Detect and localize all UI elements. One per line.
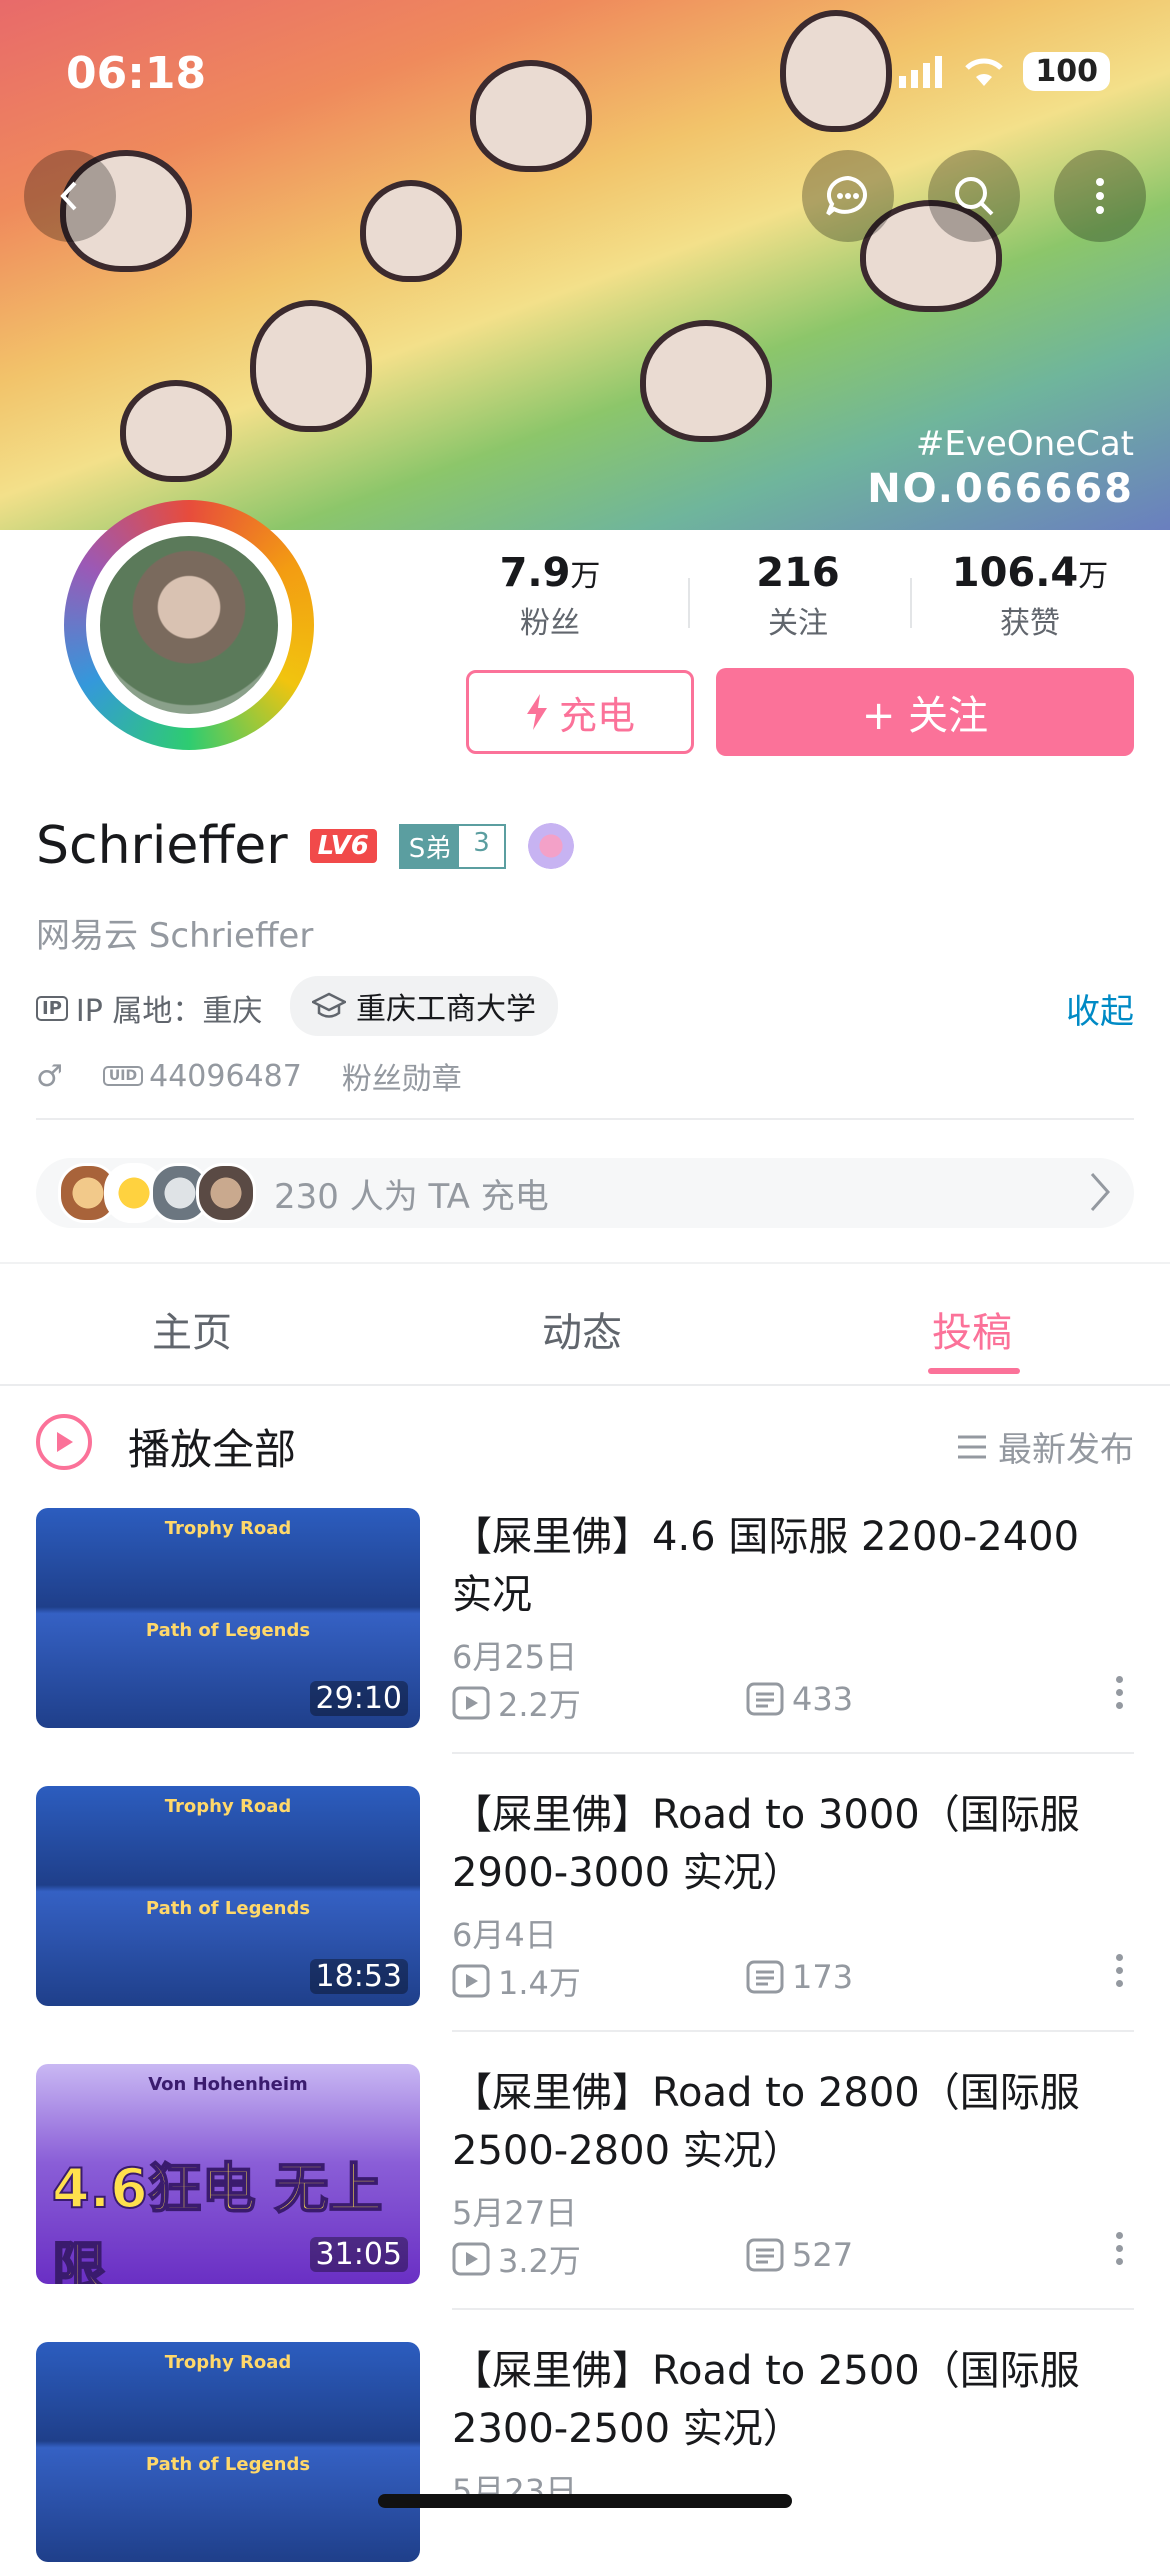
video-duration: 31:05 xyxy=(309,2237,408,2272)
profile-tabs: 主页 动态 投稿 xyxy=(0,1264,1170,1386)
video-item[interactable]: Trophy Road Path of Legends 18:53 【屎里佛】R… xyxy=(36,1786,1134,2006)
banner-number: NO.066668 xyxy=(867,466,1134,512)
video-thumbnail[interactable]: Trophy Road Path of Legends 18:53 xyxy=(36,1786,420,2006)
gender-icon: ♂ xyxy=(36,1058,63,1094)
follow-button[interactable]: + 关注 xyxy=(716,668,1134,756)
avatar-photo xyxy=(100,536,278,714)
video-comments: 173 xyxy=(746,1958,853,1996)
status-bar: 06:18 100 xyxy=(0,0,1170,140)
play-count-icon xyxy=(452,1964,490,1998)
school-tag[interactable]: 重庆工商大学 xyxy=(290,976,558,1036)
pendant-icon[interactable] xyxy=(527,823,574,869)
play-all-icon[interactable] xyxy=(36,1414,92,1470)
sub-name: 网易云 Schrieffer xyxy=(36,916,314,956)
video-title: 【屎里佛】4.6 国际服 2200-2400 实况 xyxy=(452,1514,1080,1618)
cat-doodle xyxy=(360,180,462,282)
video-date: 6月4日 xyxy=(452,1916,557,1954)
ip-icon: IP xyxy=(36,995,68,1021)
video-duration: 29:10 xyxy=(309,1681,408,1716)
video-more-icon[interactable] xyxy=(1116,1676,1124,1709)
cat-doodle xyxy=(120,380,232,482)
fan-medal-link[interactable]: 粉丝勋章 xyxy=(342,1054,462,1098)
level-badge: LV6 xyxy=(309,829,377,863)
battery-indicator: 100 xyxy=(1023,52,1110,91)
video-views: 2.2万 xyxy=(452,1680,581,1726)
cat-doodle xyxy=(640,320,772,442)
stat-likes[interactable]: 106.4万 获赞 xyxy=(920,550,1140,642)
ip-location: IP IP 属地：重庆 xyxy=(36,986,262,1030)
video-thumbnail[interactable]: Trophy Road Path of Legends 29:10 xyxy=(36,1508,420,1728)
more-vertical-icon xyxy=(1096,178,1104,214)
chevron-right-icon xyxy=(1090,1173,1111,1211)
chevron-left-icon xyxy=(60,181,77,211)
tab-uploads[interactable]: 投稿 xyxy=(932,1300,1012,1358)
video-item[interactable]: Von Hohenheim 4.6狂电 无上限 31:05 【屎里佛】Road … xyxy=(36,2064,1134,2284)
stat-following[interactable]: 216 关注 xyxy=(688,550,908,642)
danmaku-icon xyxy=(746,2238,784,2272)
stat-fans[interactable]: 7.9万 粉丝 xyxy=(440,550,660,642)
status-time: 06:18 xyxy=(66,48,207,99)
profile-stats: 7.9万 粉丝 216 关注 106.4万 获赞 xyxy=(440,550,1140,650)
lightning-icon xyxy=(526,694,547,730)
danmaku-icon xyxy=(746,1682,784,1716)
video-thumbnail[interactable]: Trophy Road Path of Legends xyxy=(36,2342,420,2562)
charger-avatar xyxy=(196,1163,256,1223)
chat-bubble-icon xyxy=(826,175,868,216)
tab-dynamics[interactable]: 动态 xyxy=(542,1300,622,1358)
video-item[interactable]: Trophy Road Path of Legends 【屎里佛】Road to… xyxy=(36,2342,1134,2562)
uid[interactable]: UID 44096487 xyxy=(102,1059,302,1094)
cat-doodle xyxy=(250,300,372,432)
video-views: 1.4万 xyxy=(452,1958,581,2004)
video-comments: 433 xyxy=(746,1680,853,1718)
danmaku-icon xyxy=(746,1960,784,1994)
profile-banner: 06:18 100 #EveOneCat NO.066668 xyxy=(0,0,1170,530)
video-title: 【屎里佛】Road to 2500（国际服 2300-2500 实况） xyxy=(452,2348,1080,2452)
graduation-cap-icon xyxy=(312,992,346,1018)
video-title: 【屎里佛】Road to 2800（国际服 2500-2800 实况） xyxy=(452,2070,1080,2174)
video-date: 6月25日 xyxy=(452,1638,578,1676)
video-date: 5月27日 xyxy=(452,2194,578,2232)
user-name: Schrieffer xyxy=(36,816,288,876)
video-comments: 527 xyxy=(746,2236,853,2274)
play-count-icon xyxy=(452,2242,490,2276)
avatar[interactable] xyxy=(64,500,314,750)
uid-icon: UID xyxy=(102,1066,144,1086)
search-icon xyxy=(955,177,994,216)
video-item[interactable]: Trophy Road Path of Legends 29:10 【屎里佛】4… xyxy=(36,1508,1134,1728)
video-title: 【屎里佛】Road to 3000（国际服 2900-3000 实况） xyxy=(452,1792,1080,1896)
signal-icon xyxy=(899,55,943,88)
charge-list-bar[interactable]: 230 人为 TA 充电 xyxy=(36,1158,1134,1228)
home-indicator[interactable] xyxy=(378,2494,792,2508)
list-icon xyxy=(958,1435,986,1458)
video-thumbnail[interactable]: Von Hohenheim 4.6狂电 无上限 31:05 xyxy=(36,2064,420,2284)
video-duration: 18:53 xyxy=(309,1959,408,1994)
more-button[interactable] xyxy=(1054,150,1146,242)
charge-button[interactable]: 充电 xyxy=(466,670,694,754)
play-all-button[interactable]: 播放全部 xyxy=(128,1416,296,1477)
video-more-icon[interactable] xyxy=(1116,2232,1124,2265)
tab-home[interactable]: 主页 xyxy=(152,1300,232,1358)
tab-active-indicator xyxy=(928,1368,1020,1374)
play-count-icon xyxy=(452,1686,490,1720)
message-button[interactable] xyxy=(802,150,894,242)
video-more-icon[interactable] xyxy=(1116,1954,1124,1987)
charge-count: 230 人为 TA 充电 xyxy=(274,1176,549,1217)
sort-dropdown[interactable]: 最新发布 xyxy=(956,1422,1134,1471)
search-button[interactable] xyxy=(928,150,1020,242)
collapse-link[interactable]: 收起 xyxy=(1066,984,1134,1033)
fans-badge[interactable]: S弟 3 xyxy=(398,823,506,869)
back-button[interactable] xyxy=(24,150,116,242)
wifi-icon xyxy=(965,57,1004,86)
banner-tag: #EveOneCat xyxy=(915,424,1134,464)
video-views: 3.2万 xyxy=(452,2236,581,2282)
